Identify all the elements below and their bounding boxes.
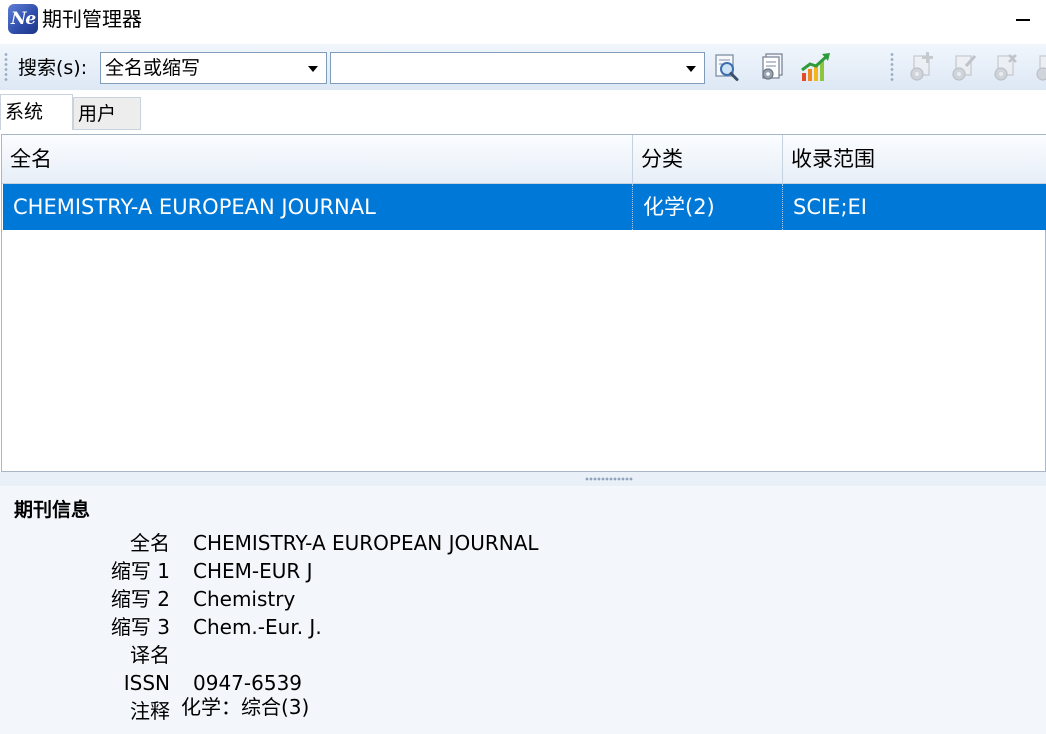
splitter-grip[interactable] <box>585 477 633 481</box>
tab-system[interactable]: 系统 <box>0 94 73 130</box>
tab-bar: 系统 用户 <box>0 94 1046 130</box>
info-label-abbr-1: 缩写 1 <box>110 559 170 583</box>
add-gear-icon <box>910 52 933 81</box>
panel-splitter[interactable] <box>0 472 1046 486</box>
info-label-full-name: 全名 <box>130 531 170 555</box>
statistics-chart-icon <box>801 53 830 81</box>
cell-full-name[interactable]: CHEMISTRY-A EUROPEAN JOURNAL <box>3 184 633 230</box>
journal-info-panel: 期刊信息 全名 CHEMISTRY-A EUROPEAN JOURNAL 缩写 … <box>0 486 1046 734</box>
journal-table[interactable]: 全名 分类 收录范围 CHEMISTRY-A EUROPEAN JOURNAL … <box>1 134 1046 472</box>
table-header: 全名 分类 收录范围 <box>2 135 1046 184</box>
toolbar-grip[interactable] <box>4 52 8 82</box>
info-value-abbr-3: Chem.-Eur. J. <box>193 615 322 639</box>
cell-coverage[interactable]: SCIE;EI <box>783 184 1046 230</box>
chevron-down-icon <box>308 66 318 72</box>
info-heading: 期刊信息 <box>14 499 91 521</box>
info-label-abbr-3: 缩写 3 <box>110 615 170 639</box>
column-header-full-name[interactable]: 全名 <box>2 135 633 183</box>
search-field-value: 全名或缩写 <box>105 57 201 79</box>
edit-journal-button[interactable] <box>946 50 980 84</box>
toolbar: 搜索(s): 全名或缩写 <box>0 44 1046 90</box>
search-input[interactable] <box>330 52 705 84</box>
info-label-issn: ISSN <box>123 671 170 695</box>
journal-settings-button[interactable] <box>755 50 789 84</box>
add-journal-button[interactable] <box>904 50 938 84</box>
search-label: 搜索(s): <box>18 57 88 79</box>
cell-category[interactable]: 化学(2) <box>633 184 783 230</box>
column-header-category[interactable]: 分类 <box>633 135 783 183</box>
minimize-button[interactable] <box>1008 6 1038 32</box>
info-value-issn: 0947-6539 <box>193 671 303 695</box>
chevron-down-icon <box>686 66 696 72</box>
search-field-select[interactable]: 全名或缩写 <box>100 52 327 84</box>
column-header-coverage[interactable]: 收录范围 <box>783 135 1046 183</box>
info-label-abbr-2: 缩写 2 <box>110 587 170 611</box>
tab-user[interactable]: 用户 <box>73 97 141 130</box>
info-value-full-name: CHEMISTRY-A EUROPEAN JOURNAL <box>193 531 539 555</box>
edit-gear-icon <box>952 54 977 81</box>
table-row[interactable]: CHEMISTRY-A EUROPEAN JOURNAL 化学(2) SCIE;… <box>3 184 1046 230</box>
settings-document-icon <box>762 53 783 80</box>
title-bar: Ne 期刊管理器 <box>0 0 1046 40</box>
info-value-abbr-1: CHEM-EUR J <box>193 559 313 583</box>
info-value-abbr-2: Chemistry <box>193 587 296 611</box>
search-button[interactable] <box>710 50 744 84</box>
statistics-button[interactable] <box>798 50 832 84</box>
toolbar-grip[interactable] <box>890 52 894 82</box>
app-logo-icon: Ne <box>8 4 38 34</box>
more-tools-button[interactable] <box>1030 50 1046 84</box>
info-label-translated-name: 译名 <box>130 643 170 667</box>
window-title: 期刊管理器 <box>42 7 142 31</box>
gear-icon <box>1036 55 1046 81</box>
delete-gear-icon <box>994 54 1017 81</box>
info-label-notes: 注释 <box>130 699 170 723</box>
info-value-notes: 化学：综合(3) <box>181 695 310 719</box>
delete-journal-button[interactable] <box>988 50 1022 84</box>
search-icon <box>715 54 739 81</box>
